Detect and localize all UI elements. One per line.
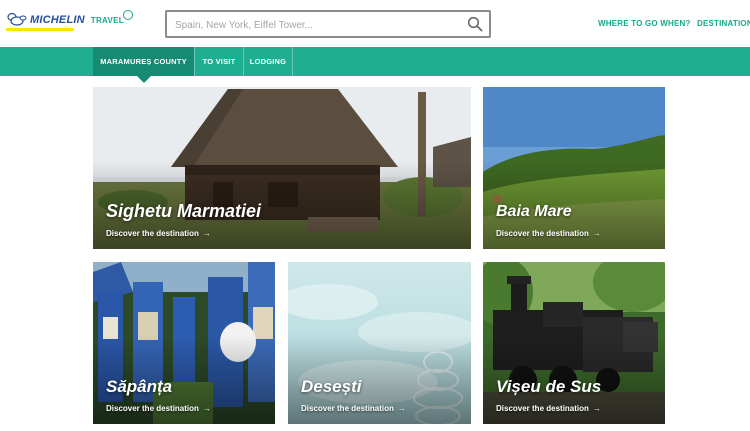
card-title: Desești (301, 377, 362, 396)
card-title: Săpânța (106, 377, 173, 396)
arrow-right-icon: → (202, 229, 211, 238)
tab-to-visit[interactable]: TO VISIT (195, 47, 243, 76)
arrow-right-icon: → (202, 404, 211, 413)
arrow-right-icon: → (592, 229, 601, 238)
discover-link[interactable]: Discover the destination → (496, 404, 601, 413)
discover-label: Discover the destination (106, 229, 199, 238)
destination-card-viseu-de-sus[interactable]: Vișeu de Sus Discover the destination → (483, 262, 665, 424)
nav-destinations[interactable]: DESTINATIONS (697, 19, 750, 28)
arrow-right-icon: → (592, 404, 601, 413)
discover-label: Discover the destination (496, 404, 589, 413)
tab-lodging[interactable]: LODGING (244, 47, 292, 76)
search-icon[interactable] (467, 16, 483, 32)
destination-subnav: MARAMUREȘ COUNTY TO VISIT LODGING (0, 47, 750, 76)
discover-label: Discover the destination (106, 404, 199, 413)
arrow-right-icon: → (397, 404, 406, 413)
discover-link[interactable]: Discover the destination → (106, 404, 211, 413)
bibendum-icon (6, 12, 28, 28)
logo-travel-text: TRAVEL (90, 15, 124, 25)
destination-card-sapanta[interactable]: Săpânța Discover the destination → (93, 262, 275, 424)
discover-label: Discover the destination (301, 404, 394, 413)
discover-link[interactable]: Discover the destination → (496, 229, 601, 238)
discover-label: Discover the destination (496, 229, 589, 238)
card-title: Vișeu de Sus (496, 377, 602, 396)
destination-card-desesti[interactable]: Desești Discover the destination → (288, 262, 471, 424)
card-title: Sighetu Marmatiei (106, 201, 262, 221)
logo-yellow-underline (6, 28, 74, 31)
discover-link[interactable]: Discover the destination → (106, 229, 211, 238)
search-box[interactable] (165, 10, 491, 38)
michelin-travel-logo[interactable]: MICHELIN TRAVEL (6, 12, 124, 28)
active-tab-caret (137, 76, 151, 83)
compass-icon (123, 10, 133, 20)
destination-card-baia-mare[interactable]: Baia Mare Discover the destination → (483, 87, 665, 249)
logo-michelin-text: MICHELIN (30, 14, 85, 26)
destination-card-sighetu[interactable]: Sighetu Marmatiei Discover the destinati… (93, 87, 471, 249)
subnav-divider (292, 47, 293, 76)
search-input[interactable] (175, 16, 460, 34)
discover-link[interactable]: Discover the destination → (301, 404, 406, 413)
tab-maramures-county[interactable]: MARAMUREȘ COUNTY (93, 47, 194, 76)
nav-where-to-go-when[interactable]: WHERE TO GO WHEN? (598, 19, 691, 28)
card-title: Baia Mare (496, 203, 572, 220)
site-header: MICHELIN TRAVEL WHERE TO GO WHEN? DESTIN… (0, 0, 750, 47)
